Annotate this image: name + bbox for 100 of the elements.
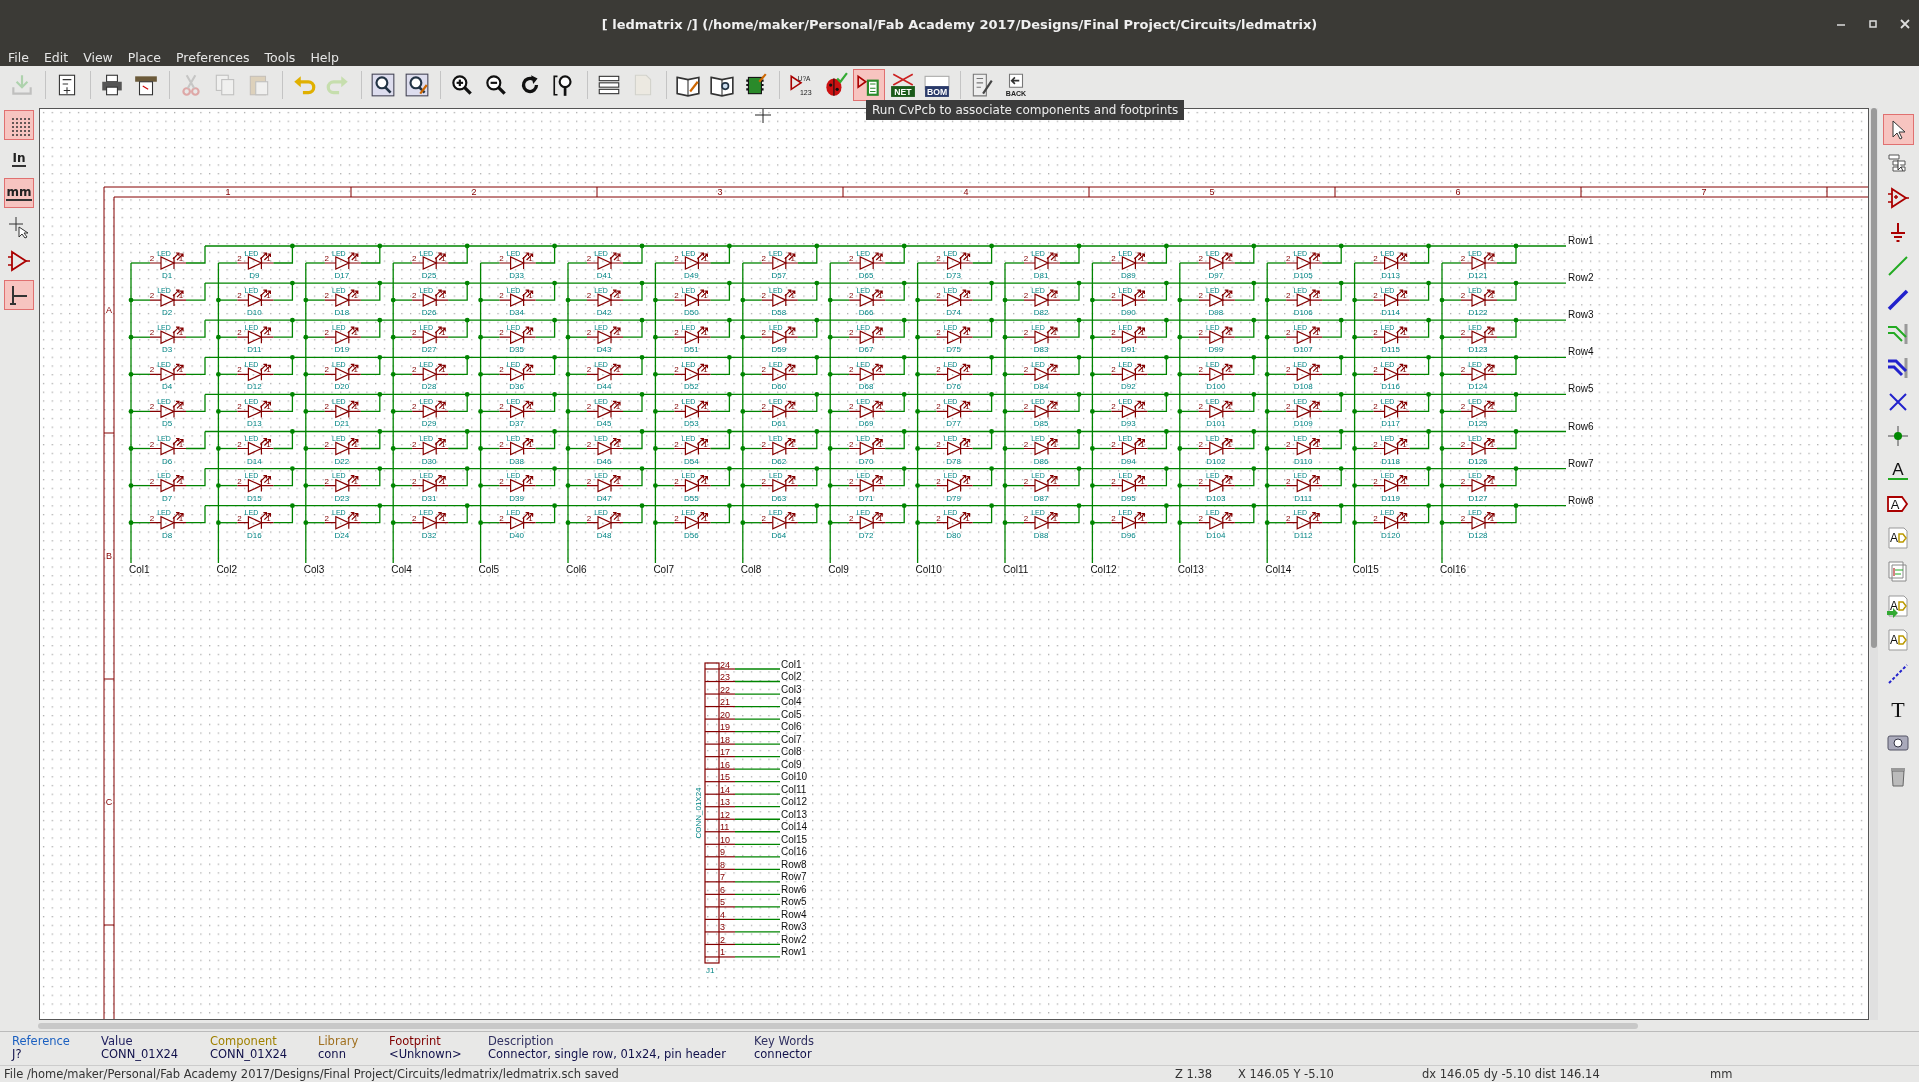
pin-number: 8 <box>720 859 725 870</box>
pin-number: 2 <box>237 476 242 486</box>
pin-number: 2 <box>936 328 941 338</box>
net-label: Col5 <box>478 564 500 575</box>
pin-number: 1 <box>965 439 970 449</box>
reference-label: D32 <box>421 530 437 540</box>
pin-number: 2 <box>1111 254 1116 263</box>
border-column-label: 7 <box>1701 187 1707 197</box>
reference-label: D69 <box>858 419 874 429</box>
pin-number: 2 <box>499 439 504 449</box>
menu-item[interactable]: View <box>83 49 113 65</box>
reference-label: D98 <box>1208 308 1224 318</box>
units-toggle-button[interactable]: In <box>4 144 34 174</box>
pin-number: 2 <box>324 439 330 449</box>
pin-number: 2 <box>149 402 155 412</box>
net-label: Col4 <box>781 696 802 708</box>
pin-number: 1 <box>703 402 708 412</box>
reference-label: D126 <box>1468 456 1488 466</box>
reference-label: D68 <box>858 382 874 392</box>
info-value: J? <box>12 1048 23 1061</box>
reference-label: D31 <box>421 493 437 503</box>
reference-label: D61 <box>771 419 787 429</box>
pin-number: 2 <box>1285 402 1291 412</box>
pin-number: 2 <box>149 365 155 375</box>
pin-number: 1 <box>178 365 184 375</box>
pin-number: 2 <box>1111 476 1116 486</box>
pin-number: 1 <box>1140 439 1145 449</box>
net-label: Row5 <box>781 896 807 908</box>
pin-number: 1 <box>965 402 970 412</box>
menu-item[interactable]: Edit <box>43 49 69 65</box>
pin-number: 2 <box>149 291 155 301</box>
reference-label: D70 <box>858 456 874 466</box>
net-label: Col1 <box>129 564 150 575</box>
reference-label: D39 <box>509 493 524 503</box>
pin-number: 1 <box>353 513 359 523</box>
reference-label: D74 <box>946 308 961 318</box>
pin-number: 1 <box>1140 365 1145 375</box>
reference-label: D34 <box>509 308 524 318</box>
reference-label: D99 <box>1208 345 1224 355</box>
units-toggle-button[interactable]: mm <box>4 178 34 208</box>
pin-number: 1 <box>178 513 184 523</box>
pin-number: 2 <box>848 476 854 486</box>
menu-item[interactable]: Tools <box>264 49 296 65</box>
pin-number: 1 <box>528 291 533 301</box>
reference-label: D62 <box>771 456 787 466</box>
pin-number: 1 <box>440 328 446 338</box>
zoom-readout: Z 1.38 <box>1175 1067 1214 1081</box>
pin-number: 2 <box>1460 513 1466 523</box>
pin-number: 1 <box>790 439 796 449</box>
pin-number: 1 <box>877 328 883 338</box>
pin-number: 2 <box>761 513 767 523</box>
pin-number: 2 <box>586 402 592 412</box>
pin-number: 1 <box>877 439 883 449</box>
pin-number: 2 <box>674 476 679 486</box>
border-column-label: 6 <box>1455 187 1461 197</box>
info-value: Connector, single row, 01x24, pin header <box>488 1048 727 1061</box>
pin-number: 2 <box>324 513 330 523</box>
pin-number: 1 <box>266 402 271 412</box>
pin-number: 23 <box>720 672 730 682</box>
reference-label: D77 <box>946 419 961 429</box>
menu-item[interactable]: File <box>8 49 29 65</box>
net-label: Row6 <box>781 883 807 895</box>
reference-label: D128 <box>1468 530 1488 540</box>
pin-number: 1 <box>1227 402 1233 412</box>
pin-number: 1 <box>703 439 708 449</box>
border-column-label: 5 <box>1209 187 1215 197</box>
pin-number: 2 <box>1373 365 1378 375</box>
reference-label: D46 <box>596 456 612 466</box>
pin-number: 1 <box>1402 291 1407 301</box>
pin-number: 1 <box>1227 439 1233 449</box>
pin-number: 10 <box>720 834 730 845</box>
pin-number: 2 <box>1111 328 1116 338</box>
reference-label: D115 <box>1381 345 1400 355</box>
pin-number: 20 <box>720 709 730 720</box>
menu-item[interactable]: Place <box>127 49 162 65</box>
menu-item[interactable]: Preferences <box>176 49 250 65</box>
net-label: Row5 <box>1568 383 1594 395</box>
net-label: Row3 <box>1568 309 1594 321</box>
reference-label: D104 <box>1206 530 1226 540</box>
pin-number: 2 <box>1460 476 1466 486</box>
menu-item[interactable]: Help <box>310 49 339 65</box>
pin-number: 2 <box>1111 402 1116 412</box>
pin-number: 2 <box>936 513 941 523</box>
tooltip: Run CvPcb to associate components and footprints <box>866 100 1185 120</box>
pin-number: 2 <box>1023 402 1029 412</box>
pin-number: 1 <box>528 402 533 412</box>
pin-number: 6 <box>720 884 725 895</box>
net-label: Row1 <box>781 946 807 958</box>
net-label: Col11 <box>1003 564 1029 575</box>
pin-number: 1 <box>1314 254 1320 263</box>
pin-number: 2 <box>936 365 941 375</box>
net-label: Col14 <box>781 821 808 833</box>
border-row-label: B <box>106 551 112 561</box>
reference-label: D123 <box>1468 345 1488 355</box>
pin-number: 2 <box>411 254 417 263</box>
reference-label: D12 <box>247 382 262 392</box>
reference-label: D51 <box>684 345 699 355</box>
pin-number: 1 <box>1314 365 1320 375</box>
pin-number: 2 <box>761 365 767 375</box>
net-label: Col15 <box>1352 564 1379 575</box>
